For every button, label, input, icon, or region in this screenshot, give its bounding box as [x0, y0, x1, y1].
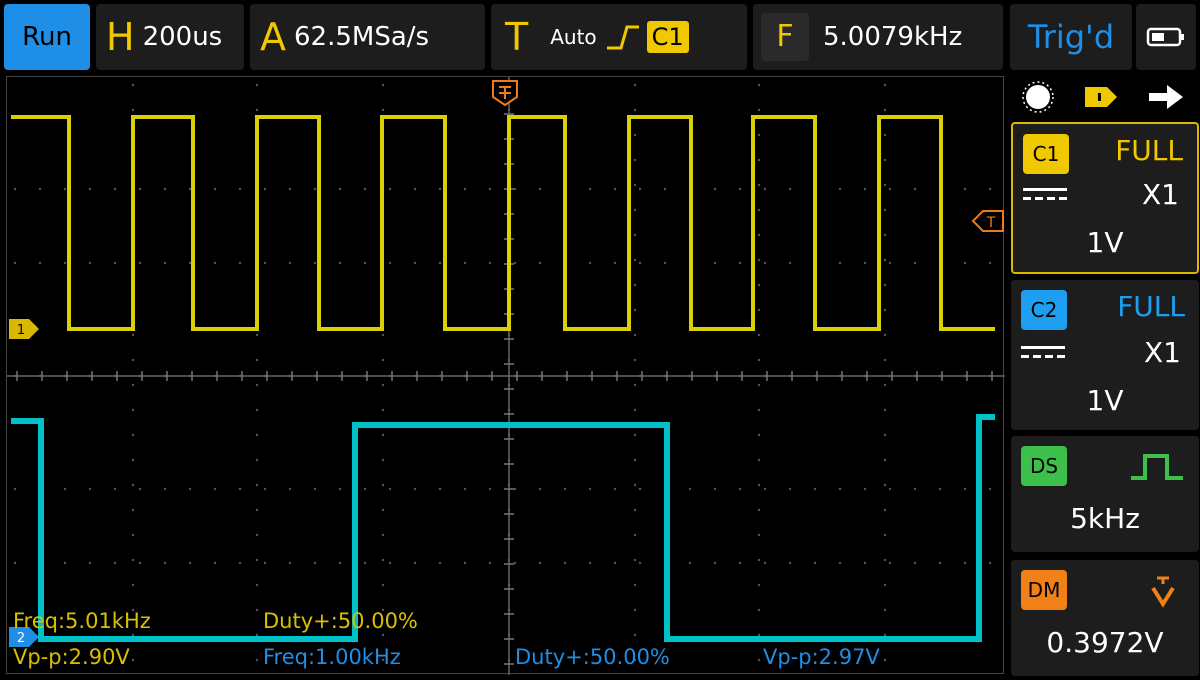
trigger-mode: Auto [550, 25, 597, 49]
ch2-waveform [11, 414, 995, 642]
multimeter-card[interactable]: DM 0.3972V [1011, 560, 1199, 676]
trigger-source-badge: C1 [646, 21, 689, 53]
dm-reading: 0.3972V [1046, 626, 1164, 659]
trigger-level-marker: T [971, 210, 1004, 232]
arrow-right-icon[interactable] [1147, 83, 1187, 111]
rising-edge-icon [606, 25, 639, 50]
ch2-vpp-readout: Vp-p:2.97V [763, 645, 880, 669]
sample-rate-value: 62.5MSa/s [294, 22, 430, 52]
battery-icon [1136, 4, 1196, 70]
ch2-scale: 1V [1086, 384, 1124, 417]
ch2-tag: C2 [1021, 290, 1067, 330]
ch1-marker-icon[interactable] [1081, 83, 1121, 111]
trigger-status: Trig'd [1010, 4, 1132, 70]
ch1-frequency-readout: Freq:5.01kHz [13, 609, 151, 633]
dc-coupling-icon [1021, 346, 1065, 358]
run-stop-button[interactable]: Run [4, 4, 90, 70]
trigger-status-label: Trig'd [1027, 18, 1115, 56]
sidebar-icons [1008, 76, 1200, 118]
ds-tag: DS [1021, 446, 1067, 486]
a-letter: A [260, 15, 286, 59]
waveform-display[interactable]: T 1 2 Freq:5.01kHz Duty+:50.00% Vp-p:2.9… [6, 76, 1005, 675]
frequency-counter[interactable]: F 5.0079kHz [753, 4, 1003, 70]
ch1-marker-label: 1 [17, 323, 25, 338]
horizontal-timebase-button[interactable]: H 200us [96, 4, 244, 70]
dc-coupling-icon [1023, 188, 1067, 200]
square-wave-icon [1131, 454, 1183, 480]
ch2-frequency-readout: Freq:1.00kHz [263, 645, 401, 669]
ch2-duty-readout: Duty+:50.00% [515, 645, 670, 669]
trigger-button[interactable]: T Auto C1 [491, 4, 747, 70]
timebase-value: 200us [142, 22, 223, 52]
trigger-position-marker [492, 80, 518, 107]
waveform-graticule: T 1 2 [7, 77, 1005, 675]
channel-1-card[interactable]: C1 FULL X1 1V [1011, 122, 1199, 274]
grid-dots [13, 83, 992, 662]
run-label: Run [22, 22, 72, 52]
dm-tag: DM [1021, 570, 1067, 610]
record-icon[interactable] [1021, 80, 1055, 114]
ch2-marker-label: 2 [17, 631, 25, 646]
signal-generator-card[interactable]: DS 5kHz [1011, 436, 1199, 552]
ch1-vpp-readout: Vp-p:2.90V [13, 645, 130, 669]
ch1-mode: FULL [1115, 134, 1183, 167]
ds-frequency: 5kHz [1070, 502, 1140, 535]
ch1-tag: C1 [1023, 134, 1069, 174]
ch1-probe: X1 [1142, 178, 1179, 211]
ch1-scale: 1V [1086, 226, 1124, 259]
frequency-value: 5.0079kHz [823, 22, 963, 52]
ch2-mode: FULL [1117, 290, 1185, 323]
channel-2-card[interactable]: C2 FULL X1 1V [1011, 280, 1199, 430]
voltage-icon [1151, 576, 1175, 608]
ch1-level-marker: 1 [9, 319, 39, 339]
t-letter: T [505, 15, 529, 59]
ch1-duty-readout: Duty+:50.00% [263, 609, 418, 633]
trigger-level-label: T [986, 215, 996, 231]
f-letter: F [761, 13, 809, 61]
h-letter: H [106, 15, 135, 59]
ch1-waveform [11, 115, 995, 331]
top-toolbar: Run H 200us A 62.5MSa/s T Auto C1 F 5.00… [0, 0, 1200, 74]
acquisition-button[interactable]: A 62.5MSa/s [250, 4, 485, 70]
ch2-probe: X1 [1144, 336, 1181, 369]
